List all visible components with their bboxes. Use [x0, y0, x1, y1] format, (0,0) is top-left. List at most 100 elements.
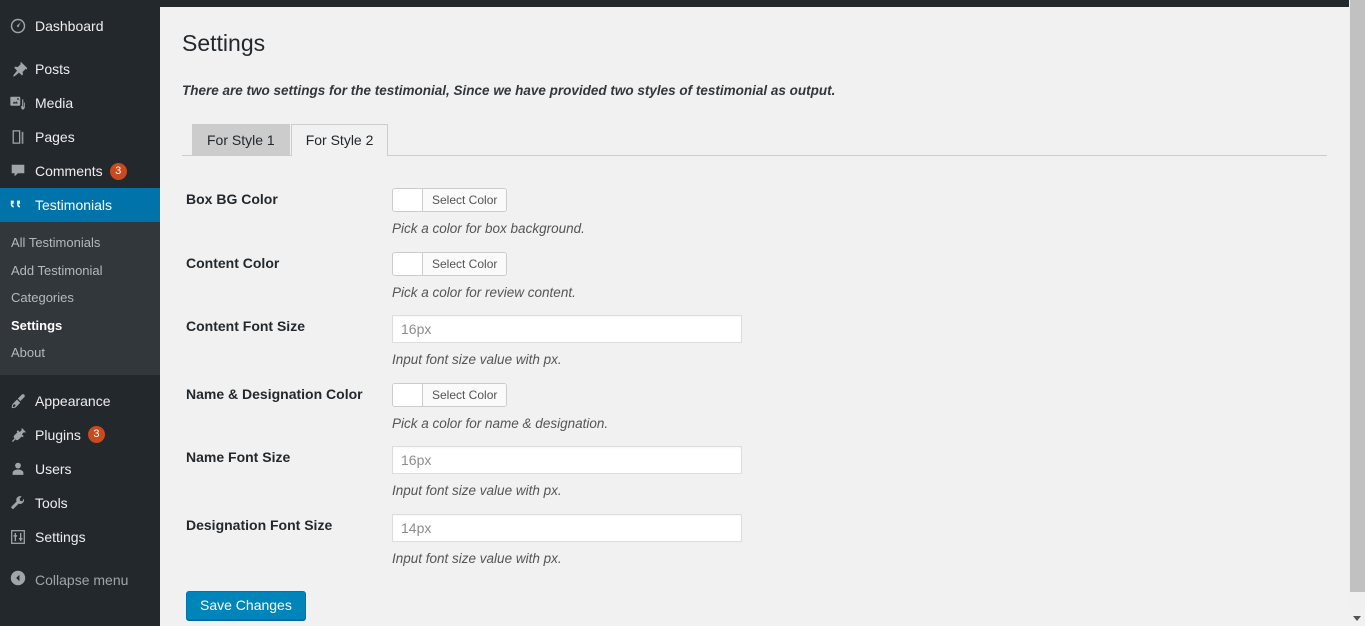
field-description: Input font size value with px.	[392, 550, 562, 566]
select-color-label: Select Color	[423, 189, 507, 211]
quote-icon	[9, 197, 35, 213]
field-label: Content Color	[186, 254, 280, 271]
settings-form: Box BG Color Select Color Pick a color f…	[160, 156, 1349, 621]
field-row-content-color: Content Color Select Color Pick a color …	[160, 238, 1349, 302]
submenu-item-label: Settings	[11, 317, 63, 333]
sidebar-separator-1	[0, 43, 160, 52]
plugin-icon	[9, 426, 35, 444]
sidebar-item-label: Testimonials	[35, 197, 113, 213]
sidebar-item-settings-testimonials[interactable]: Settings	[0, 312, 160, 340]
admin-sidebar: Dashboard Posts Media Pages Comments 3 T…	[0, 0, 168, 626]
tab-label: For Style 2	[305, 132, 374, 148]
submenu-item-label: Categories	[11, 290, 74, 306]
sidebar-item-label: Pages	[35, 129, 75, 145]
sidebar-item-dashboard[interactable]: Dashboard	[0, 9, 160, 43]
sidebar-item-label: Settings	[35, 528, 86, 545]
name-designation-color-picker-button[interactable]: Select Color	[392, 382, 508, 407]
field-row-name-font-size: Name Font Size Input font size value wit…	[160, 432, 1349, 500]
sidebar-separator-3	[0, 554, 160, 563]
select-color-label: Select Color	[423, 383, 507, 406]
collapse-menu-button[interactable]: Collapse menu	[0, 563, 160, 597]
color-swatch[interactable]	[393, 252, 423, 275]
submit-area: Save Changes	[160, 567, 1349, 621]
field-row-name-designation-color: Name & Designation Color Select Color Pi…	[160, 369, 1349, 433]
sidebar-item-add-testimonial[interactable]: Add Testimonial	[0, 257, 160, 285]
browser-viewport: Dashboard Posts Media Pages Comments 3 T…	[0, 0, 1365, 626]
sidebar-item-tools[interactable]: Tools	[0, 486, 160, 520]
sidebar-item-users[interactable]: Users	[0, 452, 160, 486]
pages-icon	[9, 128, 35, 146]
sidebar-item-plugins[interactable]: Plugins 3	[0, 418, 160, 452]
field-description: Input font size value with px.	[392, 483, 562, 499]
submenu-item-label: Add Testimonial	[11, 262, 103, 278]
designation-font-size-input[interactable]	[392, 513, 742, 542]
sidebar-item-testimonials[interactable]: Testimonials	[0, 188, 168, 222]
field-row-box-bg-color: Box BG Color Select Color Pick a color f…	[160, 174, 1349, 238]
tab-for-style-1[interactable]: For Style 1	[192, 124, 290, 156]
sidebar-item-about[interactable]: About	[0, 339, 160, 367]
save-changes-button[interactable]: Save Changes	[186, 591, 306, 621]
field-row-designation-font-size: Designation Font Size Input font size va…	[160, 500, 1349, 568]
submenu-item-label: All Testimonials	[11, 235, 101, 250]
settings-tabs: For Style 1 For Style 2	[182, 124, 1327, 157]
wrench-icon	[9, 494, 35, 512]
color-swatch[interactable]	[393, 189, 423, 211]
sidebar-item-label: Tools	[35, 494, 68, 511]
sidebar-item-label: Appearance	[35, 392, 111, 409]
sidebar-top-spacer	[0, 0, 160, 9]
main-content: Settings There are two settings for the …	[160, 7, 1349, 626]
brush-icon	[9, 392, 35, 410]
content-font-size-input[interactable]	[392, 315, 742, 344]
sidebar-item-categories[interactable]: Categories	[0, 284, 160, 312]
collapse-arrow-icon	[9, 569, 35, 590]
scrollbar-track[interactable]	[1349, 0, 1365, 610]
wp-admin-bar	[0, 0, 1349, 7]
sidebar-item-label: Comments	[35, 163, 103, 179]
field-label: Name Font Size	[186, 449, 291, 466]
field-description: Input font size value with px.	[392, 352, 562, 368]
scroll-down-arrow-icon[interactable]	[1353, 616, 1361, 621]
sidebar-separator-2	[0, 375, 160, 384]
field-description: Pick a color for review content.	[392, 284, 576, 300]
plugins-count-badge: 3	[87, 426, 105, 444]
pin-icon	[9, 60, 35, 78]
sliders-icon	[9, 528, 35, 546]
name-font-size-input[interactable]	[392, 446, 742, 475]
page-title: Settings	[182, 30, 266, 56]
sidebar-item-pages[interactable]: Pages	[0, 120, 160, 154]
testimonials-submenu: All Testimonials Add Testimonial Categor…	[0, 222, 160, 375]
content-color-picker-button[interactable]: Select Color	[392, 251, 508, 276]
field-label: Content Font Size	[186, 318, 305, 335]
box-bg-color-picker-button[interactable]: Select Color	[392, 188, 508, 212]
sidebar-item-all-testimonials[interactable]: All Testimonials	[0, 229, 160, 257]
comments-count-badge: 3	[109, 162, 127, 180]
comment-icon	[9, 162, 35, 180]
field-description: Pick a color for box background.	[392, 221, 585, 236]
tab-label: For Style 1	[207, 132, 275, 148]
sidebar-item-label: Plugins	[35, 426, 81, 443]
sidebar-item-label: Users	[35, 460, 72, 477]
sidebar-item-appearance[interactable]: Appearance	[0, 384, 160, 418]
user-icon	[9, 460, 35, 478]
field-label: Name & Designation Color	[186, 385, 363, 402]
field-description: Pick a color for name & designation.	[392, 415, 609, 431]
sidebar-item-label: Posts	[35, 61, 71, 77]
sidebar-item-media[interactable]: Media	[0, 86, 160, 120]
dashboard-icon	[9, 17, 35, 35]
sidebar-item-label: Media	[35, 95, 74, 111]
scrollbar-thumb[interactable]	[1350, 0, 1365, 592]
field-row-content-font-size: Content Font Size Input font size value …	[160, 301, 1349, 369]
tab-for-style-2[interactable]: For Style 2	[290, 124, 389, 157]
submenu-item-label: About	[11, 345, 45, 361]
sidebar-item-label: Dashboard	[35, 18, 104, 34]
collapse-menu-label: Collapse menu	[35, 571, 129, 588]
media-icon	[9, 94, 35, 112]
page-scrollbar[interactable]	[1349, 0, 1365, 626]
sidebar-item-settings[interactable]: Settings	[0, 520, 160, 554]
sidebar-item-comments[interactable]: Comments 3	[0, 154, 160, 188]
color-swatch[interactable]	[393, 383, 423, 406]
sidebar-item-posts[interactable]: Posts	[0, 52, 160, 86]
select-color-label: Select Color	[423, 252, 507, 275]
field-label: Box BG Color	[186, 191, 278, 207]
page-intro-text: There are two settings for the testimoni…	[182, 83, 836, 98]
